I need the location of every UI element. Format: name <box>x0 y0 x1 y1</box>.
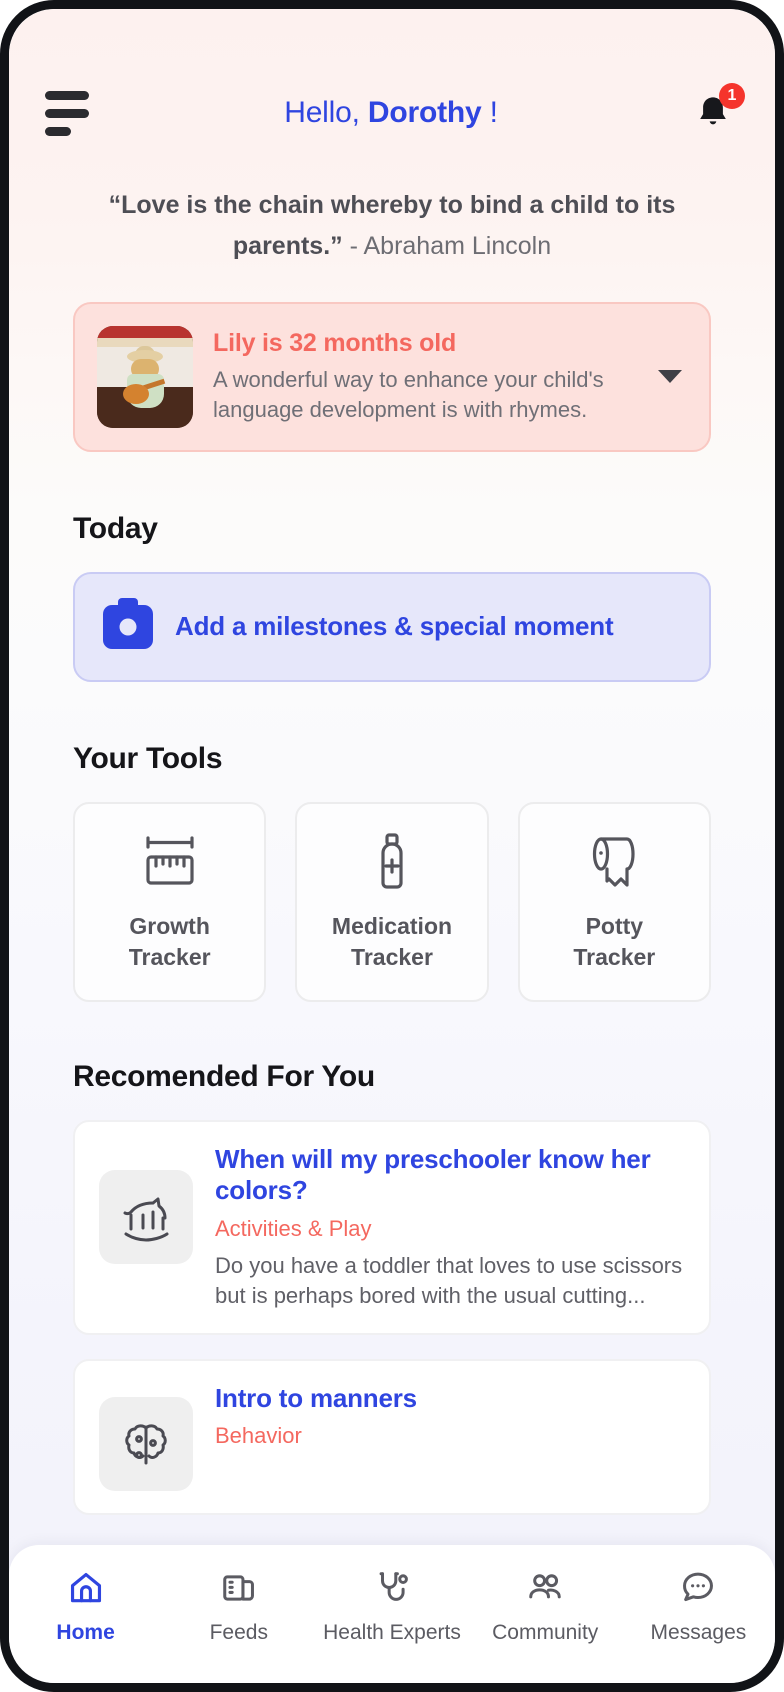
hamburger-bar-1 <box>45 90 89 100</box>
app-header: Hello, Dorothy ! 1 <box>9 9 775 139</box>
daily-quote: “Love is the chain whereby to bind a chi… <box>83 185 701 268</box>
tool-card-potty-tracker[interactable]: Potty Tracker <box>517 801 711 1002</box>
toilet-paper-icon <box>581 831 647 893</box>
phone-frame: Hello, Dorothy ! 1 “Love is the chain wh… <box>0 0 784 1692</box>
section-title-today: Today <box>73 511 158 545</box>
tool-label-potty: Potty Tracker <box>573 911 655 972</box>
camera-icon <box>103 597 153 649</box>
tool-card-medication-tracker[interactable]: Medication Tracker <box>295 801 489 1002</box>
nav-item-feeds[interactable]: Feeds <box>162 1567 315 1645</box>
greeting-suffix: ! <box>481 96 498 129</box>
rocking-horse-icon <box>99 1169 193 1264</box>
quote-author: - Abraham Lincoln <box>342 232 552 261</box>
article-description: Do you have a toddler that loves to use … <box>215 1252 683 1308</box>
notification-bell-icon[interactable]: 1 <box>687 83 745 139</box>
nav-label-community: Community <box>492 1621 599 1644</box>
tool-label-medication: Medication Tracker <box>332 911 452 972</box>
notification-badge: 1 <box>718 83 745 109</box>
nav-item-health-experts[interactable]: Health Experts <box>315 1567 468 1645</box>
nav-label-health-experts: Health Experts <box>323 1621 461 1644</box>
tool-label-line2: Tracker <box>128 943 211 970</box>
stethoscope-icon <box>373 1567 411 1609</box>
tool-label-line1: Potty <box>585 913 644 940</box>
brain-icon <box>99 1396 193 1491</box>
article-body: When will my preschooler know her colors… <box>215 1144 685 1311</box>
add-milestone-button[interactable]: Add a milestones & special moment <box>73 571 711 682</box>
hamburger-menu-icon[interactable] <box>45 90 95 136</box>
tool-label-line1: Medication <box>331 913 453 940</box>
tool-label-line2: Tracker <box>573 943 656 970</box>
tools-grid: Growth Tracker Medication Tracker Potty … <box>73 801 711 1002</box>
nav-label-feeds: Feeds <box>209 1621 268 1644</box>
chevron-triangle <box>658 370 682 383</box>
user-name: Dorothy <box>367 96 482 129</box>
article-title: When will my preschooler know her colors… <box>215 1143 651 1206</box>
hamburger-bar-2 <box>45 108 89 118</box>
nav-label-home: Home <box>56 1621 115 1644</box>
article-category: Activities & Play <box>215 1215 372 1241</box>
recommended-article-card[interactable]: Intro to manners Behavior <box>73 1358 711 1515</box>
medicine-bottle-icon <box>364 831 420 893</box>
chevron-down-icon[interactable] <box>653 370 687 383</box>
app-screen: Hello, Dorothy ! 1 “Love is the chain wh… <box>9 9 775 1683</box>
add-milestone-label: Add a milestones & special moment <box>175 611 614 641</box>
tool-label-line1: Growth <box>129 913 210 940</box>
article-body: Intro to manners Behavior <box>215 1383 685 1450</box>
people-icon <box>525 1567 565 1609</box>
nav-item-home[interactable]: Home <box>9 1567 162 1645</box>
bottom-navigation-bar: Home Feeds Health Experts Community Mess… <box>9 1545 775 1683</box>
chat-bubble-icon <box>679 1567 717 1609</box>
feeds-icon <box>220 1567 258 1609</box>
scroll-content[interactable]: “Love is the chain whereby to bind a chi… <box>9 139 775 1545</box>
child-age-title: Lily is 32 months old <box>213 328 457 357</box>
page-title: Hello, Dorothy ! <box>284 96 498 130</box>
section-title-recommended: Recomended For You <box>73 1059 375 1093</box>
nav-label-messages: Messages <box>650 1621 747 1644</box>
recommended-list: When will my preschooler know her colors… <box>73 1119 711 1515</box>
ruler-icon <box>138 831 202 893</box>
nav-item-community[interactable]: Community <box>469 1567 622 1645</box>
recommended-article-card[interactable]: When will my preschooler know her colors… <box>73 1119 711 1335</box>
child-tip-description: A wonderful way to enhance your child's … <box>213 366 604 422</box>
greeting-prefix: Hello, <box>284 96 368 129</box>
tool-label-growth: Growth Tracker <box>129 911 211 972</box>
child-banner-text: Lily is 32 months old A wonderful way to… <box>213 329 633 425</box>
tool-label-line2: Tracker <box>351 943 433 970</box>
nav-item-messages[interactable]: Messages <box>622 1567 775 1645</box>
child-age-banner[interactable]: Lily is 32 months old A wonderful way to… <box>73 301 711 452</box>
child-photo <box>97 325 193 428</box>
tool-card-growth-tracker[interactable]: Growth Tracker <box>73 801 267 1002</box>
home-icon <box>66 1567 106 1609</box>
article-title: Intro to manners <box>215 1382 417 1413</box>
article-category: Behavior <box>215 1423 302 1449</box>
hamburger-bar-3 <box>45 126 71 136</box>
section-title-tools: Your Tools <box>73 741 223 775</box>
